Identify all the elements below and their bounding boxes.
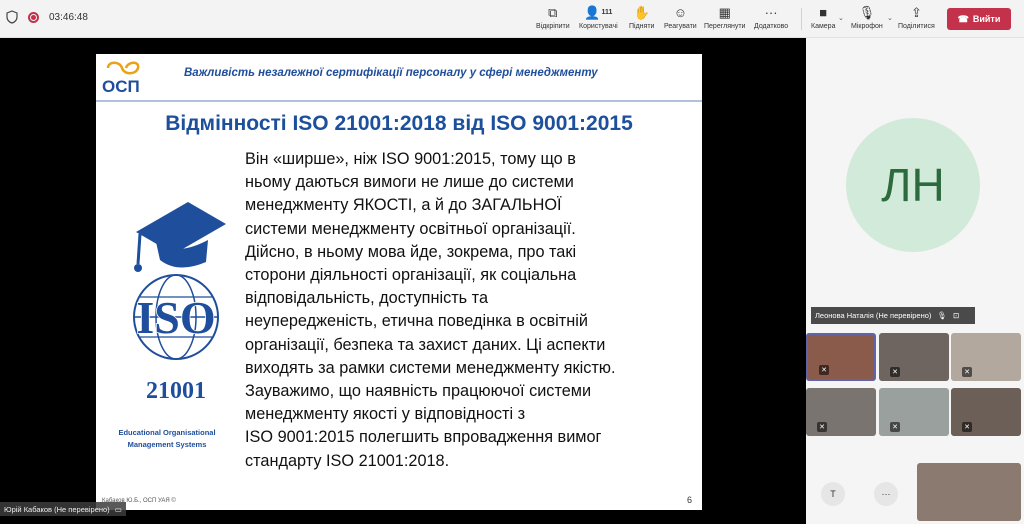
speaker-name-tag: Леонова Наталія (Не перевірено) 🎙 ⊡	[811, 307, 975, 324]
slide-header: Важливість незалежної сертифікації персо…	[184, 67, 598, 79]
iso-text: ISO	[136, 292, 215, 343]
slide-divider	[96, 100, 702, 102]
meeting-timer: 03:46:48	[49, 11, 88, 23]
mic-muted-icon: 🎙	[937, 311, 947, 320]
participant-video-tile[interactable]: ✕	[951, 388, 1021, 436]
iso-21001-logo: ISO 21001	[133, 202, 226, 404]
leave-label: Вийти	[972, 14, 1001, 24]
speaker-name: Леонова Наталія (Не перевірено)	[815, 311, 932, 320]
leave-button[interactable]: ☎ Вийти	[947, 8, 1011, 30]
camera-label: Камера	[811, 23, 836, 30]
view-button[interactable]: ▦ Переглянути	[704, 4, 745, 30]
mic-muted-icon: ✕	[890, 367, 900, 377]
raise-hand-label: Підняти	[629, 23, 655, 30]
presenter-name-tag: Юрій Кабаков (Не перевірено) ▭	[0, 502, 126, 516]
participants-label: Користувачі	[579, 23, 618, 30]
slide-title: Відмінності ISO 21001:2018 від ISO 9001:…	[165, 112, 633, 135]
slide-page-number: 6	[686, 495, 692, 505]
participants-button[interactable]: 👤 111 Користувачі	[579, 4, 618, 30]
more-label: Додатково	[754, 23, 789, 30]
camera-options-chevron-icon[interactable]: ⌄	[838, 14, 844, 22]
participant-video-tile[interactable]: ✕	[879, 388, 949, 436]
mic-label: Мікрофон	[851, 23, 883, 30]
view-label: Переглянути	[704, 23, 746, 30]
iso-number: 21001	[146, 378, 206, 404]
self-view-video	[917, 463, 1021, 521]
smiley-icon: ☺	[673, 5, 687, 20]
mic-muted-icon: ✕	[962, 422, 972, 432]
more-icon: ···	[764, 5, 778, 20]
screen-share-icon: ▭	[114, 504, 122, 514]
participant-video-tile[interactable]: ✕	[879, 333, 949, 381]
iso-caption: Educational Organisational Management Sy…	[118, 428, 216, 449]
raise-hand-button[interactable]: ✋ Підняти	[629, 4, 654, 30]
mic-options-chevron-icon[interactable]: ⌄	[887, 14, 893, 22]
mic-muted-icon: ✕	[890, 422, 900, 432]
participant-initial-avatar[interactable]: T	[821, 482, 845, 506]
osp-logo-text: ОСП	[102, 77, 140, 96]
participants-panel	[806, 38, 1024, 524]
speaker-avatar: ЛН	[846, 118, 980, 252]
participant-video-tile[interactable]: ✕	[806, 388, 876, 436]
camera-icon: ■	[819, 5, 828, 20]
camera-button[interactable]: ■ Камера	[811, 4, 835, 30]
grid-icon: ▦	[718, 5, 731, 20]
phone-icon: ☎	[957, 13, 969, 24]
share-button[interactable]: ⇪ Поділитися	[898, 4, 935, 30]
participant-video-tile[interactable]: ✕	[806, 333, 876, 381]
toolbar-divider	[801, 8, 802, 30]
meeting-toolbar: 03:46:48 ⧉ Відкріпити 👤 111 Користувачі ✋…	[0, 0, 1024, 38]
slide-body-text: Він «ширше», ніж ISO 9001:2015, тому що …	[245, 150, 616, 470]
presenter-name: Юрій Кабаков (Не перевірено)	[4, 504, 110, 514]
recording-icon	[28, 11, 39, 23]
more-participants-button[interactable]: ···	[874, 482, 898, 506]
unpin-icon: ⧉	[548, 5, 558, 20]
participants-count: 111	[601, 9, 613, 16]
react-label: Реагувати	[664, 23, 697, 30]
share-icon: ⇪	[910, 5, 922, 20]
unpin-button[interactable]: ⧉ Відкріпити	[536, 4, 570, 30]
unpin-label: Відкріпити	[536, 23, 570, 30]
presentation-slide: ОСП Важливість незалежної сертифікації п…	[96, 54, 702, 510]
mic-muted-icon: 🎙	[858, 5, 876, 20]
mic-muted-icon: ✕	[962, 367, 972, 377]
more-button[interactable]: ··· Додатково	[754, 4, 788, 30]
people-icon: 👤 111	[584, 5, 613, 20]
shield-icon[interactable]	[6, 10, 18, 24]
toolbar-left: 03:46:48	[6, 10, 88, 24]
mic-button[interactable]: 🎙 Мікрофон	[851, 4, 883, 30]
hand-icon: ✋	[633, 5, 650, 20]
mic-muted-icon: ✕	[819, 365, 829, 375]
participant-video-tile[interactable]: ✕	[951, 333, 1021, 381]
share-label: Поділитися	[898, 23, 935, 30]
mic-muted-icon: ✕	[817, 422, 827, 432]
pin-icon[interactable]: ⊡	[953, 311, 959, 320]
react-button[interactable]: ☺ Реагувати	[664, 4, 697, 30]
